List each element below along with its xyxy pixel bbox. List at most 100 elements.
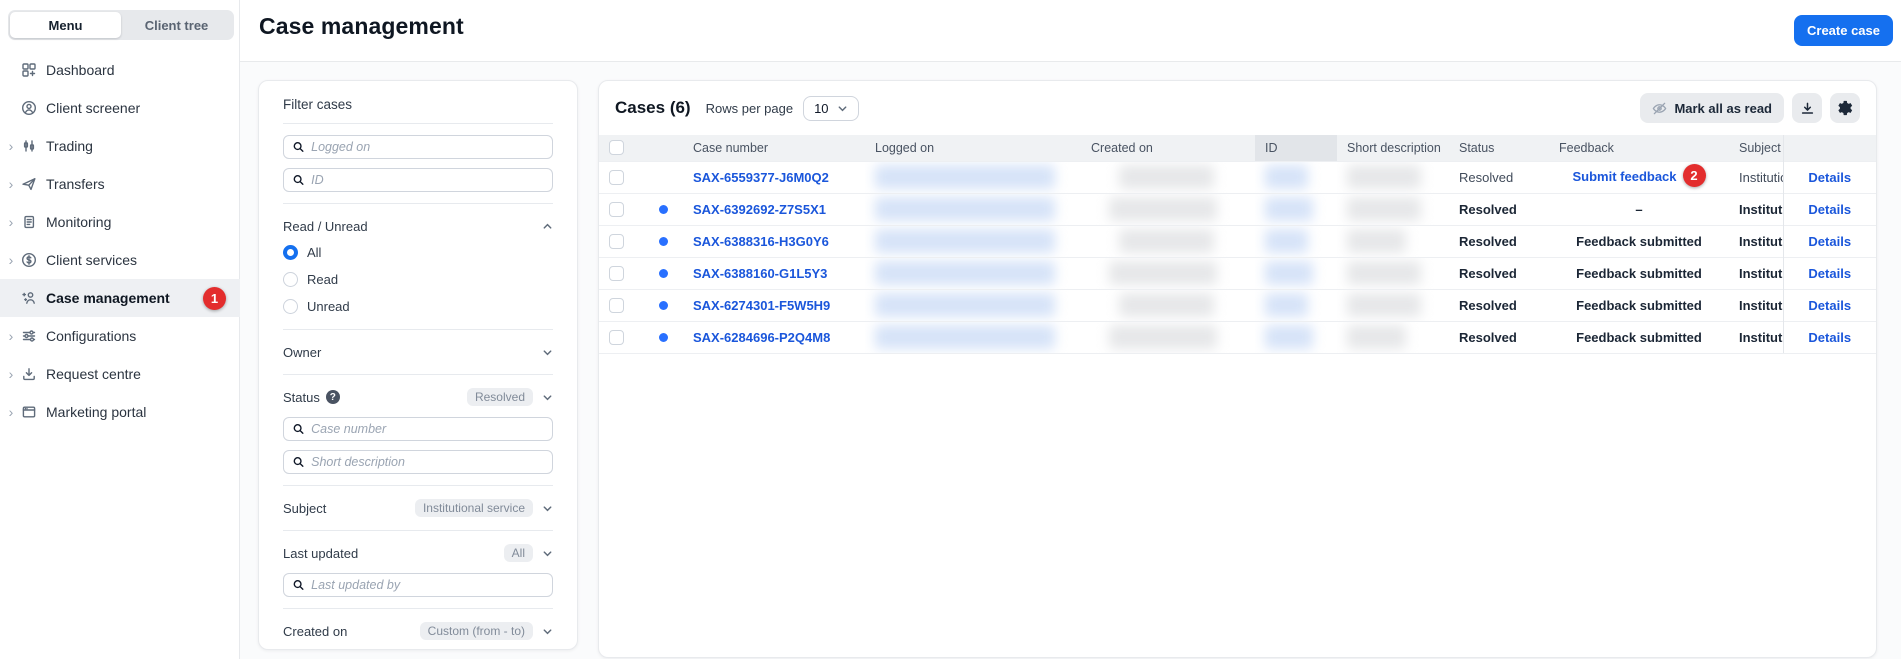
details-link[interactable]: Details (1808, 298, 1851, 313)
case-number-link[interactable]: SAX-6388160-G1L5Y3 (693, 266, 827, 281)
trading-icon (20, 138, 37, 155)
rows-per-page-value: 10 (814, 101, 828, 116)
short-description-input[interactable] (311, 455, 543, 469)
last-updated-by-search[interactable] (283, 573, 553, 597)
row-checkbox[interactable] (609, 202, 624, 217)
sidebar-item-case-management[interactable]: Case management 1 (0, 279, 240, 317)
details-link[interactable]: Details (1808, 170, 1851, 185)
mark-all-as-read-button[interactable]: Mark all as read (1640, 93, 1784, 123)
rows-per-page-select[interactable]: 10 (803, 96, 858, 121)
sidebar-item-request-centre[interactable]: › Request centre (0, 355, 240, 393)
logged-on-cell-redacted (865, 257, 1081, 289)
subject-section[interactable]: Subject Institutional service (283, 497, 553, 519)
last-updated-value-badge: All (504, 544, 533, 562)
case-number-link[interactable]: SAX-6559377-J6M0Q2 (693, 170, 829, 185)
col-short-description[interactable]: Short description (1337, 135, 1449, 161)
last-updated-by-input[interactable] (311, 578, 543, 592)
unread-dot-icon (659, 205, 668, 214)
radio-option-all[interactable]: All (283, 241, 553, 264)
download-button[interactable] (1792, 93, 1822, 123)
row-checkbox[interactable] (609, 170, 624, 185)
chevron-down-icon[interactable] (542, 347, 553, 358)
chevron-down-icon[interactable] (542, 503, 553, 514)
sidebar-item-transfers[interactable]: › Transfers (0, 165, 240, 203)
id-cell-redacted (1255, 161, 1337, 193)
select-all-checkbox[interactable] (609, 140, 624, 155)
radio-icon[interactable] (283, 272, 298, 287)
status-cell: Resolved (1449, 321, 1549, 353)
radio-option-read[interactable]: Read (283, 268, 553, 291)
sidebar-item-label: Client screener (46, 100, 140, 116)
sidebar-item-dashboard[interactable]: Dashboard (0, 51, 240, 89)
chevron-down-icon[interactable] (542, 626, 553, 637)
col-subject[interactable]: Subject (1729, 135, 1783, 161)
sidebar-item-trading[interactable]: › Trading (0, 127, 240, 165)
sidebar-item-client-services[interactable]: › Client services (0, 241, 240, 279)
sidebar-item-client-screener[interactable]: Client screener (0, 89, 240, 127)
row-checkbox[interactable] (609, 298, 624, 313)
unread-dot-cell (649, 289, 683, 321)
case-number-link[interactable]: SAX-6274301-F5W5H9 (693, 298, 830, 313)
col-status[interactable]: Status (1449, 135, 1549, 161)
dashboard-icon (20, 62, 37, 79)
col-case-number[interactable]: Case number (683, 135, 865, 161)
mark-all-as-read-label: Mark all as read (1674, 101, 1772, 116)
col-id[interactable]: ID (1255, 135, 1337, 161)
logged-on-search[interactable] (283, 135, 553, 159)
owner-section[interactable]: Owner (283, 341, 553, 363)
radio-option-unread[interactable]: Unread (283, 295, 553, 318)
col-created-on[interactable]: Created on (1081, 135, 1255, 161)
last-updated-section[interactable]: Last updated All (283, 542, 553, 564)
divider (283, 608, 553, 609)
created-on-section[interactable]: Created on Custom (from - to) (283, 620, 553, 642)
read-unread-section[interactable]: Read / Unread (283, 215, 553, 237)
col-logged-on[interactable]: Logged on (865, 135, 1081, 161)
filter-panel: Filter cases Read / Unread All Read Unre… (258, 80, 578, 650)
chevron-up-icon[interactable] (542, 221, 553, 232)
chevron-down-icon (837, 103, 848, 114)
logged-on-input[interactable] (311, 140, 543, 154)
details-link[interactable]: Details (1808, 234, 1851, 249)
chevron-down-icon[interactable] (542, 392, 553, 403)
unread-dot-cell (649, 321, 683, 353)
sidebar-view-toggle: Menu Client tree (8, 10, 234, 40)
settings-button[interactable] (1830, 93, 1860, 123)
owner-label: Owner (283, 345, 321, 360)
row-checkbox[interactable] (609, 330, 624, 345)
id-cell-redacted (1255, 225, 1337, 257)
table-row: SAX-6284696-P2Q4M8 Resolved Feedback sub… (599, 321, 1876, 353)
id-search[interactable] (283, 168, 553, 192)
create-case-button[interactable]: Create case (1794, 15, 1893, 46)
row-checkbox[interactable] (609, 266, 624, 281)
status-section[interactable]: Status ? Resolved (283, 386, 553, 408)
sidebar-item-monitoring[interactable]: › Monitoring (0, 203, 240, 241)
created-on-cell-redacted (1081, 321, 1255, 353)
case-number-link[interactable]: SAX-6284696-P2Q4M8 (693, 330, 830, 345)
details-link[interactable]: Details (1808, 202, 1851, 217)
cases-table: Case number Logged on Created on ID Shor… (599, 135, 1876, 354)
case-number-input[interactable] (311, 422, 543, 436)
case-number-search[interactable] (283, 417, 553, 441)
tab-client-tree[interactable]: Client tree (121, 12, 232, 38)
sidebar-item-label: Request centre (46, 366, 141, 382)
radio-icon[interactable] (283, 299, 298, 314)
submit-feedback-link[interactable]: Submit feedback (1572, 168, 1676, 183)
short-description-search[interactable] (283, 450, 553, 474)
case-number-link[interactable]: SAX-6388316-H3G0Y6 (693, 234, 829, 249)
feedback-cell: Feedback submitted (1549, 225, 1729, 257)
details-link[interactable]: Details (1808, 330, 1851, 345)
client-screener-icon (20, 100, 37, 117)
sidebar-item-marketing-portal[interactable]: › Marketing portal (0, 393, 240, 431)
tab-menu[interactable]: Menu (10, 12, 121, 38)
case-number-link[interactable]: SAX-6392692-Z7S5X1 (693, 202, 826, 217)
unread-dot-column-header (649, 135, 683, 161)
id-input[interactable] (311, 173, 543, 187)
search-icon (293, 579, 304, 591)
help-icon[interactable]: ? (326, 390, 340, 404)
col-feedback[interactable]: Feedback (1549, 135, 1729, 161)
details-link[interactable]: Details (1808, 266, 1851, 281)
chevron-down-icon[interactable] (542, 548, 553, 559)
radio-selected-icon[interactable] (283, 245, 298, 260)
sidebar-item-configurations[interactable]: › Configurations (0, 317, 240, 355)
row-checkbox[interactable] (609, 234, 624, 249)
